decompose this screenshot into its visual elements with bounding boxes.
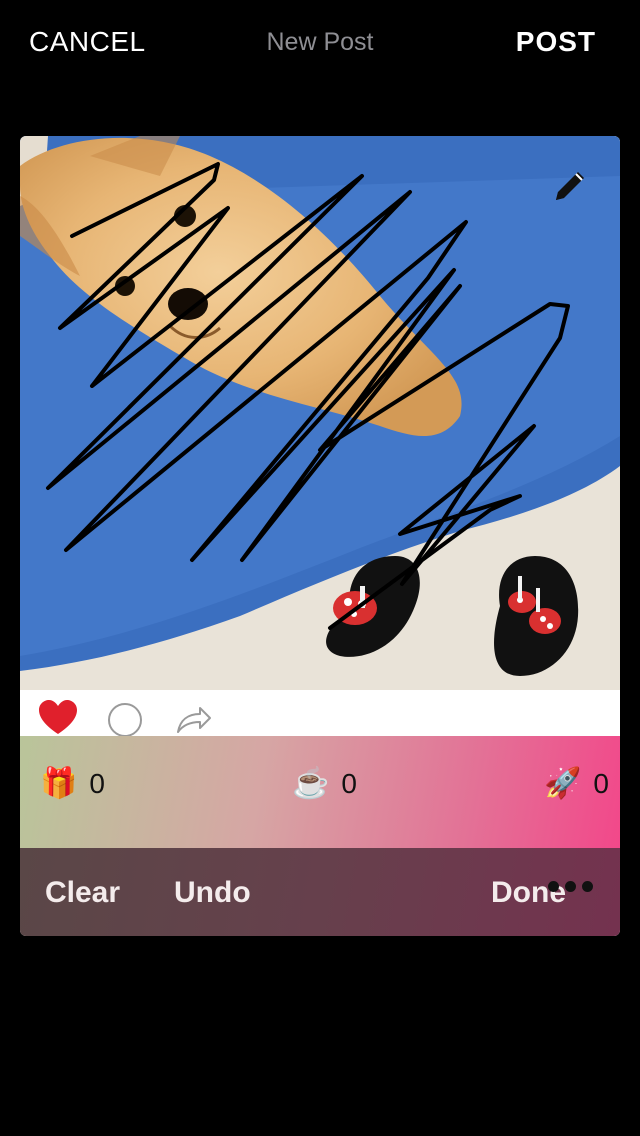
comment-bubble-icon[interactable] bbox=[106, 700, 146, 737]
gift-icon: 🎁 bbox=[40, 767, 78, 800]
photo-illustration bbox=[20, 136, 620, 690]
cancel-button[interactable]: CANCEL bbox=[29, 26, 146, 58]
more-dots-icon[interactable] bbox=[548, 881, 593, 892]
dot bbox=[565, 881, 576, 892]
reaction-count: 0 bbox=[341, 768, 357, 799]
reaction-rocket[interactable]: 🚀 0 bbox=[544, 764, 609, 804]
reaction-count: 0 bbox=[593, 768, 609, 799]
post-photo[interactable] bbox=[20, 136, 620, 690]
reaction-count: 0 bbox=[89, 768, 105, 799]
heart-icon[interactable] bbox=[38, 700, 78, 736]
drawing-toolbar: Clear Undo Done bbox=[20, 848, 620, 936]
post-preview-card: 🎁 0 ☕ 0 🚀 0 Clear Undo Done bbox=[20, 136, 620, 936]
navigation-bar: CANCEL New Post POST bbox=[0, 0, 640, 86]
clear-button[interactable]: Clear bbox=[45, 876, 120, 910]
dot bbox=[548, 881, 559, 892]
post-button[interactable]: POST bbox=[516, 26, 596, 58]
rocket-icon: 🚀 bbox=[544, 767, 582, 800]
coffee-icon: ☕ bbox=[292, 767, 330, 800]
pencil-icon[interactable] bbox=[548, 164, 592, 208]
reaction-gift[interactable]: 🎁 0 bbox=[40, 764, 105, 804]
reaction-counter-bar: 🎁 0 ☕ 0 🚀 0 bbox=[20, 736, 620, 848]
share-arrow-icon[interactable] bbox=[174, 700, 214, 736]
reaction-coffee[interactable]: ☕ 0 bbox=[292, 764, 357, 804]
post-action-bar bbox=[20, 690, 620, 737]
dot bbox=[582, 881, 593, 892]
undo-button[interactable]: Undo bbox=[174, 876, 251, 910]
